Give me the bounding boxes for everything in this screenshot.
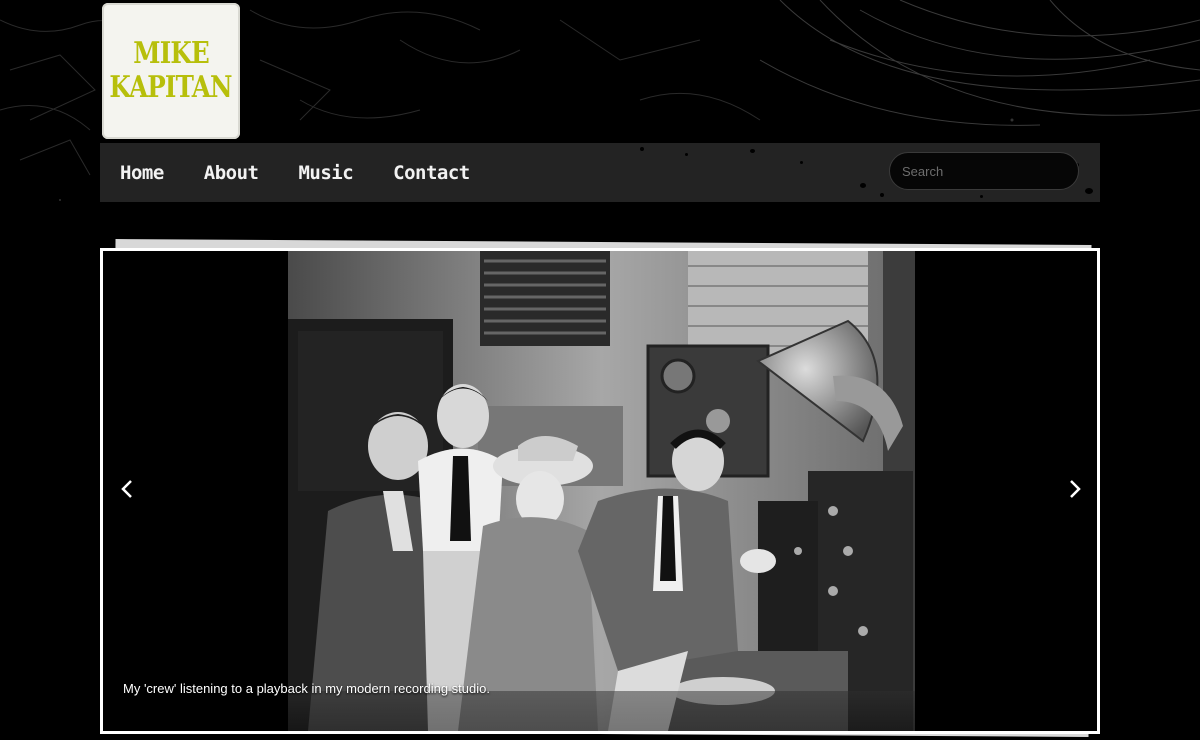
slider-prev-button[interactable] bbox=[113, 475, 141, 503]
nav-item-home[interactable]: Home bbox=[120, 162, 164, 184]
nav-item-music[interactable]: Music bbox=[298, 162, 353, 184]
chevron-left-icon bbox=[121, 480, 132, 498]
nav-item-contact[interactable]: Contact bbox=[393, 162, 470, 184]
image-slider[interactable]: My 'crew' listening to a playback in my … bbox=[100, 248, 1100, 734]
chevron-right-icon bbox=[1070, 480, 1081, 498]
site-logo[interactable]: MIKE KAPITAN bbox=[102, 3, 240, 139]
slide-photo bbox=[288, 251, 915, 731]
logo-line-1: MIKE bbox=[133, 36, 209, 71]
search-input[interactable] bbox=[889, 152, 1079, 190]
slide-caption: My 'crew' listening to a playback in my … bbox=[123, 681, 490, 696]
slider-next-button[interactable] bbox=[1061, 475, 1089, 503]
nav-menu: Home About Music Contact bbox=[120, 143, 510, 202]
logo-line-2: KAPITAN bbox=[109, 70, 233, 105]
nav-item-about[interactable]: About bbox=[204, 162, 259, 184]
